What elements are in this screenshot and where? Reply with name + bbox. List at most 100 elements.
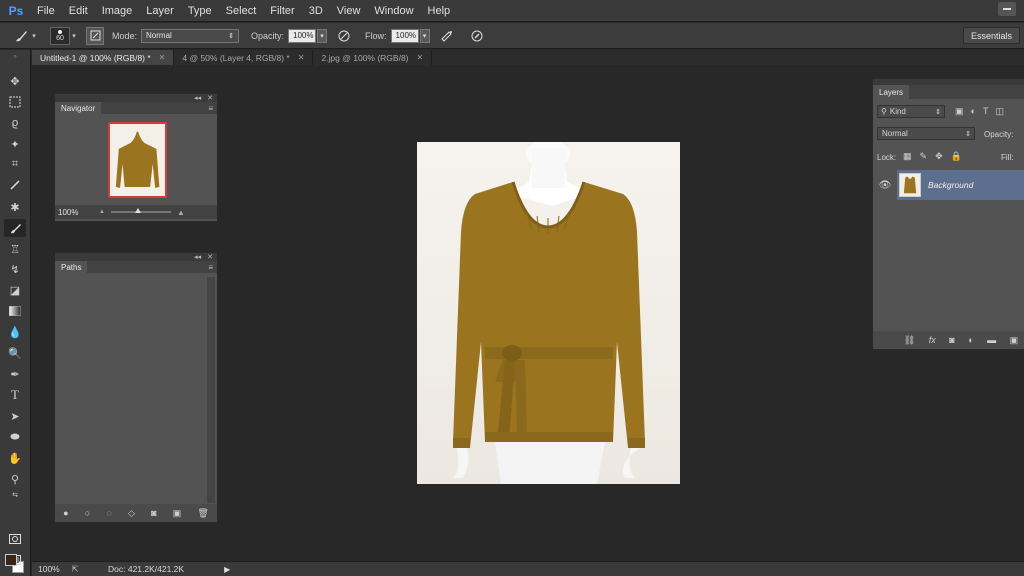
clone-stamp-tool-icon[interactable]: ♖ bbox=[4, 240, 26, 258]
menu-image[interactable]: Image bbox=[95, 5, 140, 17]
stroke-path-icon[interactable]: ○ bbox=[85, 508, 90, 518]
move-tool-icon[interactable]: ✥ bbox=[4, 72, 26, 90]
magic-wand-tool-icon[interactable]: ✦ bbox=[4, 135, 26, 153]
brush-size-dropdown-icon[interactable]: ▾ bbox=[70, 27, 78, 45]
blur-tool-icon[interactable]: 💧 bbox=[4, 323, 26, 341]
add-mask-icon[interactable]: ◙ bbox=[151, 508, 156, 518]
tab-layers[interactable]: Layers bbox=[873, 85, 910, 99]
tab-paths[interactable]: Paths bbox=[55, 261, 88, 273]
tab-2-jpg[interactable]: 2.jpg @ 100% (RGB/8) ✕ bbox=[313, 50, 433, 65]
zoom-tool-icon[interactable]: ⚲ bbox=[4, 470, 26, 488]
make-work-path-icon[interactable]: ◇ bbox=[128, 508, 135, 519]
status-menu-icon[interactable]: ▶ bbox=[224, 565, 230, 574]
collapse-icon[interactable]: ◂◂ bbox=[194, 94, 201, 102]
tab-4[interactable]: 4 @ 50% (Layer 4, RGB/8) * ✕ bbox=[174, 50, 314, 65]
collapse-icon[interactable]: ◂◂ bbox=[194, 253, 201, 261]
document-canvas[interactable] bbox=[417, 142, 680, 484]
brush-tool-icon[interactable] bbox=[4, 219, 26, 237]
filter-type-icon[interactable]: T bbox=[983, 106, 989, 117]
visibility-eye-icon[interactable]: 👁 bbox=[873, 170, 897, 200]
navigator-zoom-value[interactable]: 100% bbox=[55, 208, 99, 217]
slider-thumb[interactable] bbox=[134, 208, 141, 213]
flow-dropdown-icon[interactable]: ▾ bbox=[419, 28, 430, 43]
menu-select[interactable]: Select bbox=[219, 5, 264, 17]
close-icon[interactable]: ✕ bbox=[159, 53, 166, 62]
load-selection-icon[interactable]: ◌ bbox=[106, 508, 111, 518]
brush-panel-toggle-icon[interactable] bbox=[86, 26, 104, 45]
pen-tool-icon[interactable]: ✒ bbox=[4, 365, 26, 383]
layer-row-background[interactable]: 👁 Background bbox=[873, 170, 1024, 200]
close-icon[interactable]: ✕ bbox=[207, 253, 213, 261]
swap-colors-icon[interactable]: ⇆ bbox=[4, 490, 26, 500]
type-tool-icon[interactable]: T bbox=[4, 386, 26, 404]
menu-3d[interactable]: 3D bbox=[302, 5, 330, 17]
menu-window[interactable]: Window bbox=[367, 5, 420, 17]
toolbar-collapse-icon[interactable]: » bbox=[4, 54, 26, 60]
link-layers-icon[interactable]: ⛓ bbox=[904, 335, 915, 346]
brush-size-picker[interactable]: 60 bbox=[50, 26, 70, 45]
close-icon[interactable]: ✕ bbox=[417, 53, 424, 62]
crop-tool-icon[interactable]: ⌗ bbox=[4, 155, 26, 173]
opacity-dropdown-icon[interactable]: ▾ bbox=[317, 28, 328, 43]
mode-select[interactable]: Normal ⇕ bbox=[141, 28, 240, 43]
menu-edit[interactable]: Edit bbox=[62, 5, 95, 17]
workspace-switcher[interactable]: Essentials bbox=[962, 27, 1020, 44]
menu-type[interactable]: Type bbox=[181, 5, 219, 17]
close-icon[interactable]: ✕ bbox=[298, 53, 305, 62]
lock-transparent-icon[interactable]: ▦ bbox=[903, 151, 912, 162]
add-mask-icon[interactable]: ◙ bbox=[949, 335, 954, 345]
brush-tool-icon[interactable] bbox=[12, 27, 30, 45]
lock-pixels-icon[interactable]: ✎ bbox=[920, 151, 928, 162]
panel-menu-icon[interactable]: ≡ bbox=[208, 104, 213, 113]
shape-tool-icon[interactable]: ⬬ bbox=[4, 428, 26, 446]
navigator-zoom-slider[interactable] bbox=[110, 208, 171, 213]
new-group-icon[interactable]: ▬ bbox=[987, 335, 996, 345]
flow-input[interactable]: 100% bbox=[390, 28, 419, 43]
minimize-button[interactable] bbox=[998, 2, 1016, 16]
hand-tool-icon[interactable]: ✋ bbox=[4, 449, 26, 467]
menu-layer[interactable]: Layer bbox=[139, 5, 181, 17]
menu-help[interactable]: Help bbox=[421, 5, 458, 17]
status-zoom[interactable]: 100% bbox=[32, 564, 66, 574]
foreground-color-swatch[interactable] bbox=[5, 554, 17, 566]
adjustment-layer-icon[interactable]: ◐ bbox=[968, 335, 973, 345]
tool-preset-dropdown-icon[interactable]: ▾ bbox=[30, 27, 38, 45]
menu-filter[interactable]: Filter bbox=[263, 5, 301, 17]
path-selection-tool-icon[interactable]: ➤ bbox=[4, 407, 26, 425]
filter-pixel-icon[interactable]: ▣ bbox=[955, 106, 964, 117]
lock-position-icon[interactable]: ✥ bbox=[935, 151, 943, 162]
opacity-input[interactable]: 100% bbox=[288, 28, 317, 43]
eyedropper-tool-icon[interactable] bbox=[4, 176, 26, 194]
menu-view[interactable]: View bbox=[330, 5, 368, 17]
quick-mask-icon[interactable] bbox=[4, 530, 26, 548]
blend-mode-select[interactable]: Normal ⇕ bbox=[877, 127, 975, 140]
export-icon[interactable]: ⇱ bbox=[66, 564, 84, 575]
menu-file[interactable]: File bbox=[30, 5, 62, 17]
pressure-opacity-icon[interactable] bbox=[335, 27, 353, 45]
filter-adjustment-icon[interactable]: ◐ bbox=[971, 106, 976, 117]
scrollbar[interactable] bbox=[207, 277, 215, 503]
marquee-tool-icon[interactable] bbox=[4, 93, 26, 111]
delete-path-icon[interactable]: 🗑 bbox=[197, 508, 208, 519]
tab-untitled-1[interactable]: Untitled-1 @ 100% (RGB/8) * ✕ bbox=[32, 50, 175, 65]
new-path-icon[interactable]: ▣ bbox=[173, 508, 182, 519]
gradient-tool-icon[interactable] bbox=[4, 302, 26, 320]
airbrush-icon[interactable] bbox=[438, 27, 456, 45]
eraser-tool-icon[interactable]: ◪ bbox=[4, 281, 26, 299]
layer-filter-select[interactable]: ⚲ Kind ⇕ bbox=[877, 105, 945, 118]
zoom-in-icon[interactable]: ▲ bbox=[177, 208, 185, 217]
close-icon[interactable]: ✕ bbox=[207, 94, 213, 102]
healing-brush-tool-icon[interactable]: ✱ bbox=[4, 198, 26, 216]
pressure-size-icon[interactable] bbox=[468, 27, 486, 45]
lasso-tool-icon[interactable]: ϱ bbox=[4, 114, 26, 132]
lock-all-icon[interactable]: 🔒 bbox=[951, 151, 962, 162]
panel-menu-icon[interactable]: ≡ bbox=[208, 263, 213, 272]
dodge-tool-icon[interactable]: 🔍 bbox=[4, 344, 26, 362]
filter-shape-icon[interactable]: ◫ bbox=[995, 106, 1004, 117]
fill-path-icon[interactable]: ● bbox=[63, 508, 68, 518]
new-layer-icon[interactable]: ▣ bbox=[1010, 335, 1019, 346]
zoom-out-icon[interactable]: ▲ bbox=[99, 209, 105, 215]
layer-style-icon[interactable]: fx bbox=[929, 335, 936, 345]
navigator-preview[interactable] bbox=[108, 122, 167, 198]
tab-navigator[interactable]: Navigator bbox=[55, 102, 102, 114]
